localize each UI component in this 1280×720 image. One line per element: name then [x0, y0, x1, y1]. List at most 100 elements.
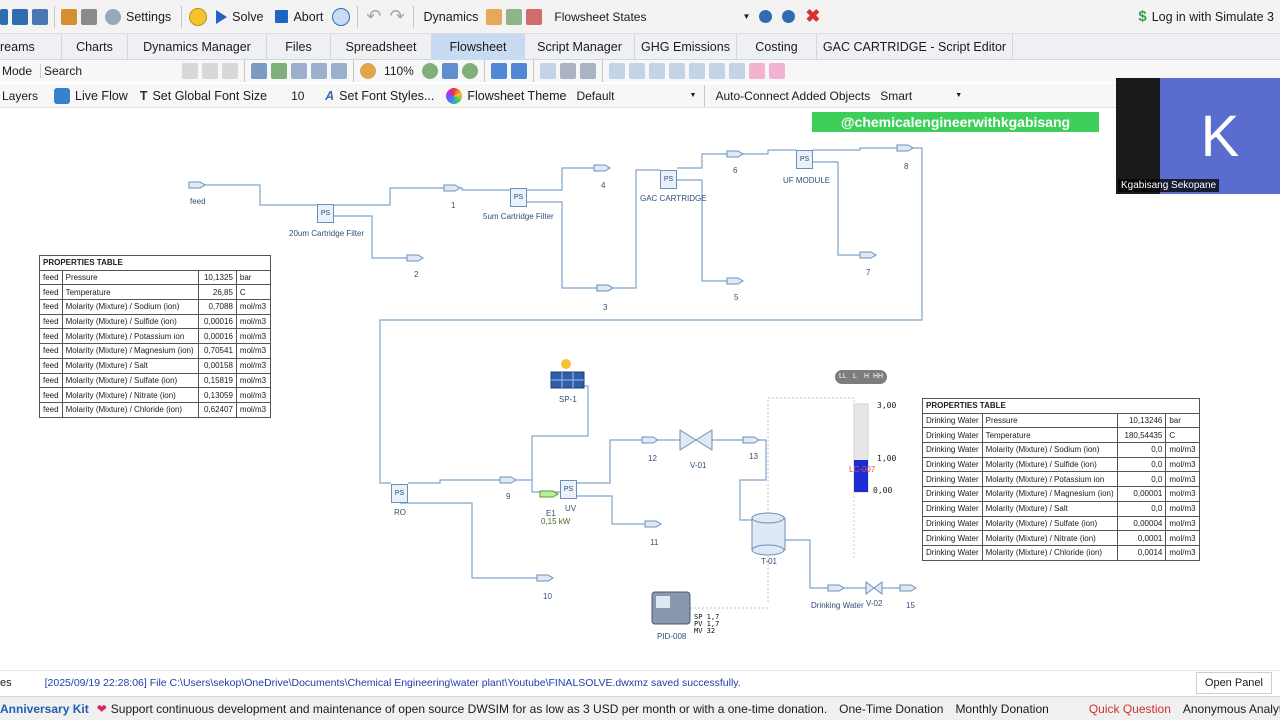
- zoom-in-icon[interactable]: [421, 63, 438, 79]
- login-button[interactable]: $ Log in with Simulate 3: [1132, 5, 1280, 29]
- energy-stream-e1[interactable]: [539, 490, 559, 498]
- autoconnect-label: Auto-Connect Added Objects: [715, 88, 871, 103]
- snap-grid-icon[interactable]: [490, 63, 507, 79]
- level-button-hh[interactable]: HH: [873, 373, 883, 380]
- stream-cell: Drinking Water: [922, 412, 983, 429]
- anniversary-kit-label[interactable]: Anniversary Kit: [0, 702, 89, 716]
- export-icon[interactable]: [539, 63, 556, 79]
- info-icon[interactable]: [332, 7, 351, 26]
- unit-gac-cartridge[interactable]: PS: [660, 170, 677, 189]
- quick-question-link[interactable]: Quick Question: [1089, 702, 1171, 716]
- solve-button[interactable]: Solve: [210, 5, 269, 29]
- robot-icon[interactable]: [81, 8, 97, 25]
- delete-state-icon[interactable]: ✖: [805, 6, 820, 27]
- theme-select[interactable]: Default ▼: [572, 86, 700, 106]
- zoom-value[interactable]: 110%: [384, 64, 414, 78]
- dynamics-button[interactable]: Dynamics: [418, 5, 485, 29]
- redo-icon[interactable]: ↷: [389, 6, 404, 27]
- stream-cell: Drinking Water: [922, 530, 983, 546]
- flowsheet-states-select[interactable]: Flowsheet States ▼: [550, 7, 754, 27]
- abort-button[interactable]: Abort: [269, 5, 329, 29]
- layers-button[interactable]: Layers: [2, 89, 38, 103]
- unit-uf-module[interactable]: PS: [796, 150, 813, 169]
- chart-icon[interactable]: [526, 8, 543, 25]
- drinking-water-properties-table[interactable]: PROPERTIES TABLE Drinking Water Pressure 1…: [922, 398, 1200, 561]
- print-icon[interactable]: [559, 63, 576, 79]
- align-right-icon[interactable]: [648, 63, 665, 79]
- flowsheet-canvas[interactable]: PS PS PS PS PS PS feed 1 2 3 4 5 6 7 8 9…: [0, 108, 1280, 668]
- edit-icon[interactable]: [61, 8, 77, 25]
- label-gac-cartridge: GAC CARTRIDGE: [640, 194, 707, 203]
- save-state-icon[interactable]: [759, 10, 773, 23]
- optimize-icon[interactable]: [506, 8, 523, 25]
- level-button-ll[interactable]: LL: [839, 373, 847, 380]
- tab-charts[interactable]: Charts: [62, 33, 128, 60]
- level-button-h[interactable]: H: [864, 373, 869, 380]
- flower-icon[interactable]: [768, 63, 785, 79]
- align-bottom-icon[interactable]: [708, 63, 725, 79]
- tab-gac-script-editor[interactable]: GAC CARTRIDGE - Script Editor: [817, 33, 1013, 60]
- tab-files[interactable]: Files: [267, 33, 331, 60]
- zoom-icon[interactable]: [360, 63, 377, 79]
- distribute-icon[interactable]: [728, 63, 745, 79]
- grid-icon[interactable]: [331, 63, 348, 79]
- align-top-icon[interactable]: [668, 63, 685, 79]
- rectangle-icon[interactable]: [291, 63, 308, 79]
- flowsheet-theme-button[interactable]: Flowsheet Theme: [440, 84, 572, 108]
- flower-icon[interactable]: [748, 63, 765, 79]
- unit-uv[interactable]: PS: [560, 480, 577, 499]
- print-preview-icon[interactable]: [579, 63, 596, 79]
- cut-icon[interactable]: [182, 63, 199, 79]
- level-button-l[interactable]: L: [853, 373, 857, 380]
- mode-label[interactable]: Mode: [2, 64, 32, 78]
- tab-streams[interactable]: reams: [0, 33, 62, 60]
- open-panel-button[interactable]: Open Panel: [1195, 671, 1272, 694]
- settings-button[interactable]: Settings: [99, 5, 177, 29]
- monthly-donation-link[interactable]: Monthly Donation: [955, 702, 1048, 716]
- save-icon[interactable]: [32, 8, 48, 25]
- tab-costing[interactable]: Costing: [737, 33, 817, 60]
- unit-ro[interactable]: PS: [391, 484, 408, 503]
- tab-spreadsheet[interactable]: Spreadsheet: [331, 33, 432, 60]
- menu-icon[interactable]: [0, 8, 8, 25]
- text-icon[interactable]: [251, 63, 268, 79]
- load-state-icon[interactable]: [782, 10, 796, 23]
- view-toolbar: Layers Live Flow T Set Global Font Size …: [0, 84, 1280, 108]
- tab-ghg-emissions[interactable]: GHG Emissions: [635, 33, 737, 60]
- undo-icon[interactable]: ↶: [366, 6, 381, 27]
- tab-flowsheet[interactable]: Flowsheet: [432, 33, 525, 60]
- unit-20um-cartridge-filter[interactable]: PS: [317, 204, 334, 223]
- table-icon[interactable]: [311, 63, 328, 79]
- one-time-donation-link[interactable]: One-Time Donation: [839, 702, 943, 716]
- image-icon[interactable]: [271, 63, 288, 79]
- align-left-icon[interactable]: [608, 63, 625, 79]
- pause-icon[interactable]: [189, 7, 208, 26]
- align-center-icon[interactable]: [628, 63, 645, 79]
- analytics-link[interactable]: Anonymous Analytics Sha: [1183, 702, 1280, 716]
- tank-t01[interactable]: [751, 512, 786, 556]
- sensitivity-icon[interactable]: [486, 8, 503, 25]
- watermark-text: @chemicalengineerwithkgabisang: [840, 114, 1071, 130]
- open-icon[interactable]: [12, 8, 28, 25]
- zoom-fit-icon[interactable]: [441, 63, 458, 79]
- pid-controller[interactable]: [651, 591, 691, 625]
- search-input[interactable]: Search: [40, 64, 180, 78]
- tab-script-manager[interactable]: Script Manager: [525, 33, 635, 60]
- copy-icon[interactable]: [202, 63, 219, 79]
- solar-panel-sp1[interactable]: [550, 359, 585, 389]
- valve-v02[interactable]: [865, 581, 883, 595]
- multiselect-icon[interactable]: [510, 63, 527, 79]
- paste-icon[interactable]: [222, 63, 239, 79]
- zoom-out-icon[interactable]: [461, 63, 478, 79]
- global-font-button[interactable]: T Set Global Font Size: [134, 84, 273, 108]
- feed-properties-table[interactable]: PROPERTIES TABLE feed Pressure 10,1325 bar f…: [39, 255, 272, 418]
- table-title: PROPERTIES TABLE: [922, 398, 1200, 414]
- unit-5um-cartridge-filter[interactable]: PS: [510, 188, 527, 207]
- align-middle-icon[interactable]: [688, 63, 705, 79]
- live-flow-button[interactable]: Live Flow: [48, 84, 134, 108]
- font-size-input[interactable]: 10: [291, 89, 313, 103]
- font-styles-button[interactable]: A Set Font Styles...: [319, 84, 440, 108]
- autoconnect-select[interactable]: Smart ▼: [876, 86, 966, 106]
- tab-dynamics-manager[interactable]: Dynamics Manager: [128, 33, 267, 60]
- valve-v01[interactable]: [679, 429, 713, 451]
